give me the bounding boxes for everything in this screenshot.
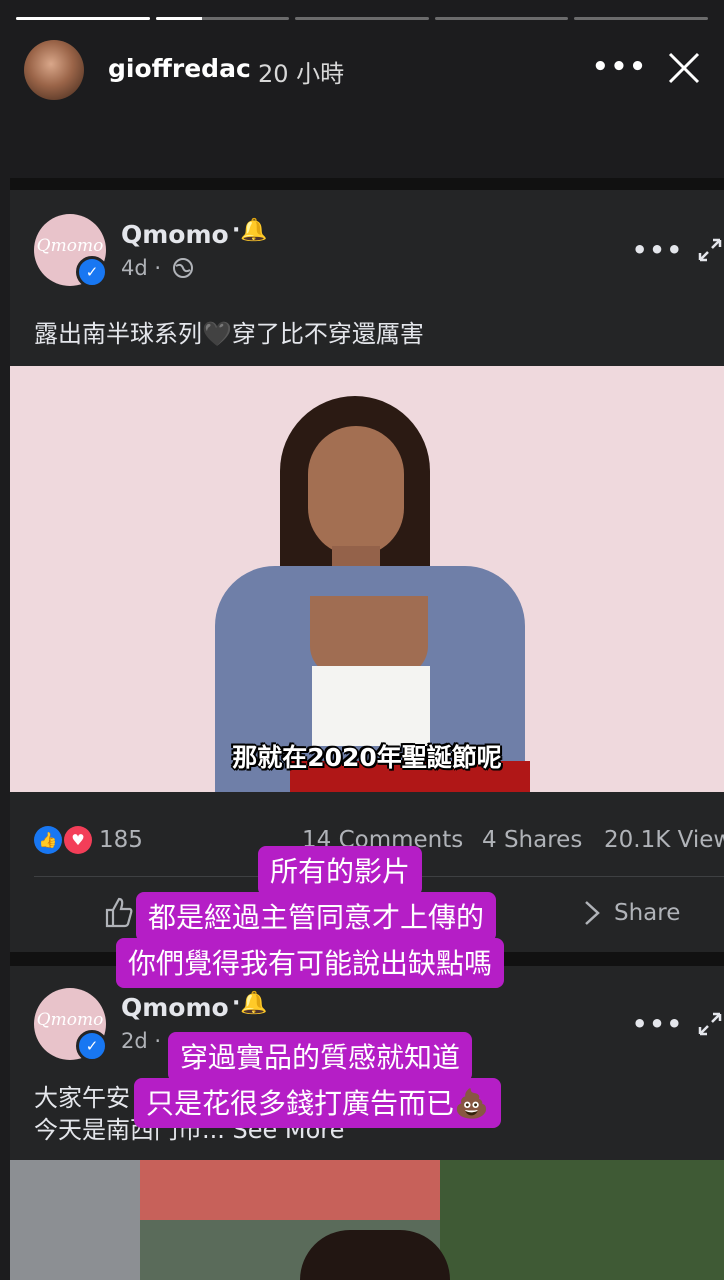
shares-count[interactable]: 4 Shares — [482, 827, 582, 853]
screenshot-top-edge — [10, 178, 724, 190]
avatar-logo-text: Qmomo — [36, 236, 104, 256]
story-time: 20 小時 — [258, 60, 345, 88]
page-name[interactable]: Qmomo — [121, 220, 229, 249]
progress-segment — [16, 17, 150, 20]
story-progress — [16, 17, 708, 21]
video-subtitle: 那就在2020年聖誕節呢 — [232, 743, 502, 772]
post-video[interactable]: 那就在2020年聖誕節呢 — [10, 366, 724, 792]
bell-icon[interactable]: ·🔔 — [232, 991, 268, 1016]
like-reaction-icon: 👍 — [34, 826, 62, 854]
story-caption: 穿過實品的質感就知道 — [168, 1032, 473, 1082]
like-button-icon[interactable] — [104, 896, 134, 928]
story-caption: 所有的影片 — [258, 846, 423, 896]
more-options-icon[interactable]: ••• — [592, 52, 648, 82]
progress-segment — [155, 17, 290, 20]
progress-segment — [574, 17, 708, 20]
reaction-count[interactable]: 185 — [99, 827, 143, 853]
post-photo[interactable] — [10, 1160, 724, 1280]
page-name[interactable]: Qmomo — [121, 993, 229, 1022]
post-options-icon[interactable]: ••• — [632, 1010, 684, 1038]
share-icon[interactable] — [580, 898, 604, 928]
post-meta: 2d · — [121, 1029, 162, 1053]
story-avatar[interactable] — [24, 40, 84, 100]
close-icon[interactable] — [666, 50, 702, 86]
expand-icon[interactable] — [696, 236, 724, 264]
story-caption: 只是花很多錢打廣告而已💩 — [134, 1078, 501, 1128]
progress-segment — [295, 17, 429, 20]
expand-icon[interactable] — [696, 1010, 724, 1038]
bell-icon[interactable]: ·🔔 — [232, 218, 268, 243]
progress-segment — [434, 17, 569, 20]
verified-badge-icon: ✓ — [76, 1030, 108, 1062]
views-count: 20.1K Views — [604, 827, 724, 853]
share-button[interactable]: Share — [614, 900, 680, 926]
story-username[interactable]: gioffredac — [108, 54, 251, 83]
verified-badge-icon: ✓ — [76, 256, 108, 288]
love-reaction-icon: ♥ — [64, 826, 92, 854]
story-caption: 都是經過主管同意才上傳的 — [136, 892, 497, 942]
post-text: 露出南半球系列🖤穿了比不穿還厲害 — [34, 320, 424, 348]
globe-icon — [173, 258, 193, 278]
post-text-line: 大家午安 — [34, 1084, 130, 1112]
story-caption: 你們覺得我有可能說出缺點嗎 — [116, 938, 505, 988]
post-options-icon[interactable]: ••• — [632, 236, 684, 264]
post-meta: 4d · — [121, 256, 162, 280]
avatar-logo-text: Qmomo — [36, 1010, 104, 1030]
